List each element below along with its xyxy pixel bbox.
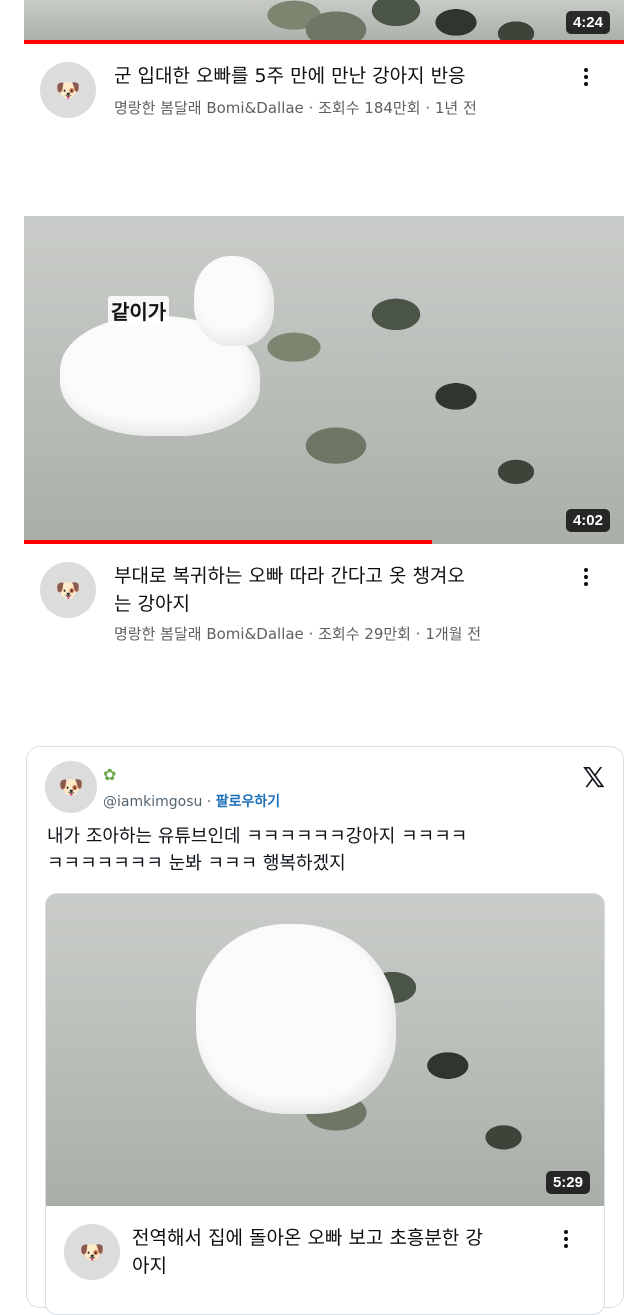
duration-badge: 4:02 bbox=[565, 509, 610, 532]
channel-name[interactable]: 명랑한 봄달래 Bomi&Dallae bbox=[114, 99, 304, 117]
channel-name[interactable]: 명랑한 봄달래 Bomi&Dallae bbox=[114, 625, 304, 643]
view-count: 조회수 184만회 bbox=[318, 99, 421, 117]
more-options-button[interactable] bbox=[574, 62, 598, 92]
dog-head bbox=[194, 256, 274, 346]
channel-avatar[interactable]: 🐶 bbox=[40, 62, 96, 118]
video-meta: 명랑한 봄달래 Bomi&Dallae · 조회수 184만회 · 1년 전 bbox=[114, 99, 477, 117]
embedded-video-card[interactable]: 5:29 🐶 전역해서 집에 돌아온 오빠 보고 초흥분한 강 아지 bbox=[45, 893, 605, 1315]
channel-avatar[interactable]: 🐶 bbox=[40, 562, 96, 618]
upload-age: 1년 전 bbox=[434, 99, 477, 117]
video-thumbnail-1[interactable]: 4:24 bbox=[24, 0, 624, 44]
more-options-button[interactable] bbox=[574, 562, 598, 592]
video-title[interactable]: 군 입대한 오빠를 5주 만에 만난 강아지 반응 bbox=[114, 62, 564, 90]
tweet-author-avatar[interactable]: 🐶 bbox=[45, 761, 97, 813]
x-logo-icon[interactable]: 𝕏 bbox=[582, 761, 605, 794]
upload-age: 1개월 전 bbox=[425, 625, 482, 643]
video-meta: 명랑한 봄달래 Bomi&Dallae · 조회수 29만회 · 1개월 전 bbox=[114, 625, 482, 643]
more-options-button[interactable] bbox=[554, 1224, 578, 1254]
kebab-icon bbox=[584, 568, 588, 572]
dog-avatar-icon: 🐶 bbox=[58, 775, 84, 799]
dog-figure bbox=[196, 924, 396, 1114]
tweet-text: 내가 조아하는 유튜브인데 ㅋㅋㅋㅋㅋㅋ강아지 ㅋㅋㅋㅋ ㅋㅋㅋㅋㅋㅋㅋ 눈봐 … bbox=[47, 826, 468, 874]
thumbnail-caption: 같이가 bbox=[108, 296, 170, 325]
watch-progress-bar bbox=[24, 540, 432, 544]
tweet-card[interactable]: 🐶 ✿ @iamkimgosu · 팔로우하기 𝕏 내가 조아하는 유튜브인데 … bbox=[26, 746, 624, 1315]
dog-avatar-icon: 🐶 bbox=[79, 1240, 105, 1264]
video-title[interactable]: 부대로 복귀하는 오빠 따라 간다고 옷 챙겨오 는 강아지 bbox=[114, 562, 564, 618]
watch-progress-bar bbox=[24, 40, 624, 44]
dog-avatar-icon: 🐶 bbox=[55, 78, 81, 102]
kebab-icon bbox=[584, 68, 588, 72]
duration-badge: 4:24 bbox=[565, 11, 610, 34]
duration-badge: 5:29 bbox=[545, 1171, 590, 1194]
thumbnail-image bbox=[24, 0, 624, 44]
kebab-icon bbox=[564, 1230, 568, 1234]
tweet-handle[interactable]: @iamkimgosu bbox=[103, 794, 202, 810]
follow-button[interactable]: 팔로우하기 bbox=[216, 794, 280, 810]
tweet-handle-row: @iamkimgosu · 팔로우하기 bbox=[103, 794, 281, 810]
view-count: 조회수 29만회 bbox=[318, 625, 411, 643]
channel-avatar[interactable]: 🐶 bbox=[64, 1224, 120, 1280]
dog-avatar-icon: 🐶 bbox=[55, 578, 81, 602]
video-thumbnail-2[interactable]: 같이가 4:02 bbox=[24, 216, 624, 544]
embedded-video-thumbnail[interactable]: 5:29 bbox=[46, 894, 604, 1206]
sprout-icon: ✿ bbox=[103, 765, 117, 784]
embedded-video-title[interactable]: 전역해서 집에 돌아온 오빠 보고 초흥분한 강 아지 bbox=[132, 1224, 552, 1280]
